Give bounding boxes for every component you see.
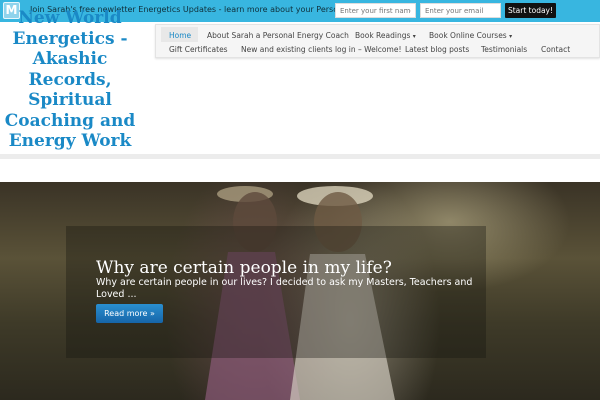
nav-item-home[interactable]: Home [169,31,191,40]
first-name-input[interactable] [335,3,416,18]
nav-item-gift-certificates[interactable]: Gift Certificates [169,45,228,54]
chevron-down-icon: ▾ [412,33,416,40]
read-more-button[interactable]: Read more » [96,304,163,323]
start-today-button[interactable]: Start today! [505,3,556,18]
nav-item-label: Book Readings [355,31,411,40]
nav-item-client-login[interactable]: New and existing clients log in – Welcom… [241,45,401,54]
site-title[interactable]: New World Energetics - Akashic Records, … [0,8,140,152]
nav-item-about[interactable]: About Sarah a Personal Energy Coach [207,31,349,40]
chevron-down-icon: ▾ [509,33,513,40]
header-divider [0,154,600,159]
main-navigation: Home About Sarah a Personal Energy Coach… [155,24,600,58]
nav-item-testimonials[interactable]: Testimonials [481,45,527,54]
hero-title[interactable]: Why are certain people in my life? [96,258,392,278]
nav-item-book-readings[interactable]: Book Readings ▾ [355,31,416,40]
nav-item-contact[interactable]: Contact [541,45,570,54]
nav-item-label: Book Online Courses [429,31,507,40]
email-input[interactable] [420,3,501,18]
nav-item-blog-posts[interactable]: Latest blog posts [405,45,469,54]
hero-slider: Why are certain people in my life? Why a… [0,182,600,400]
hero-excerpt: Why are certain people in our lives? I d… [96,277,473,300]
nav-item-book-online-courses[interactable]: Book Online Courses ▾ [429,31,512,40]
